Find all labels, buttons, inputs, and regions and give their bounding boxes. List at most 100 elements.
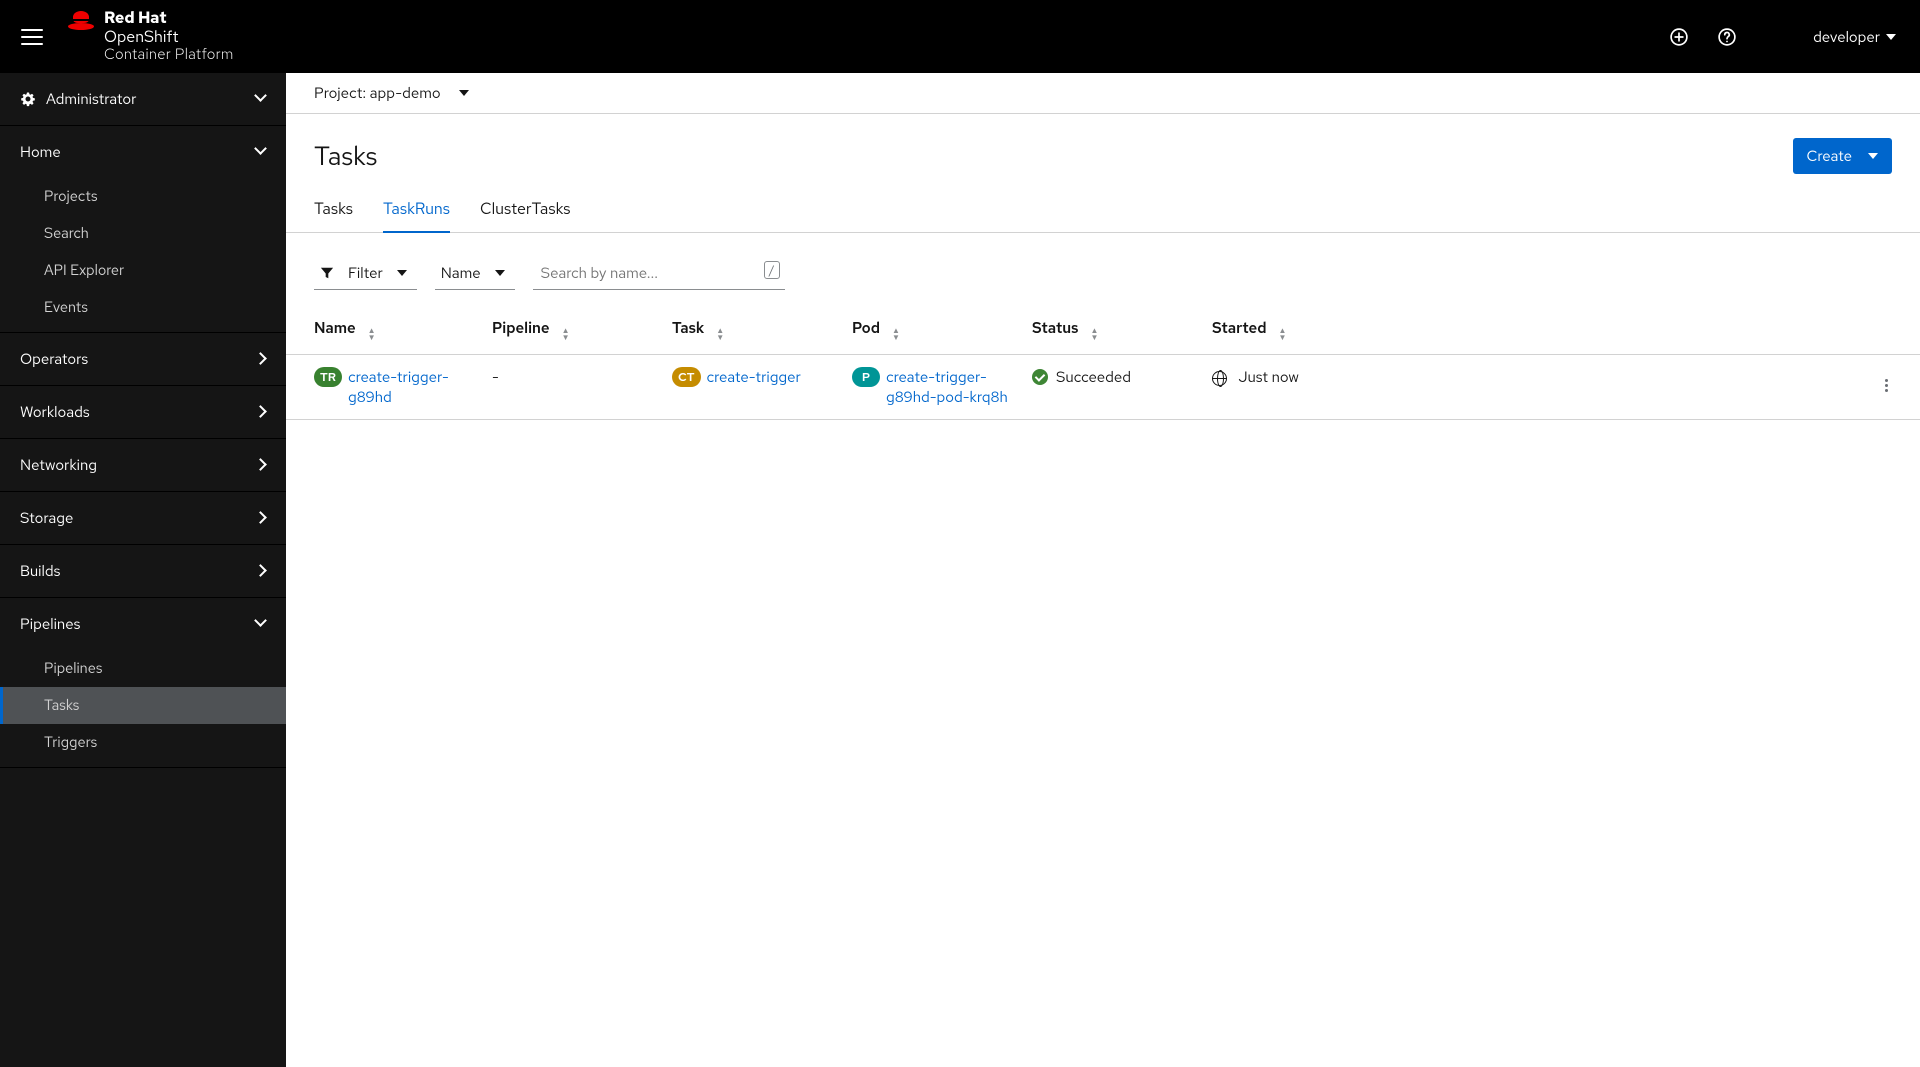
- hamburger-button[interactable]: [0, 0, 64, 73]
- nav-item-projects[interactable]: Projects: [0, 178, 286, 215]
- nav-section-operators: Operators: [0, 333, 286, 386]
- nav-head-storage[interactable]: Storage: [0, 492, 286, 544]
- chevron-down-icon: [397, 270, 407, 276]
- logo-text: Red Hat OpenShift Container Platform: [104, 9, 234, 63]
- pod-badge-icon: P: [852, 367, 880, 387]
- nav-head-pipelines[interactable]: Pipelines: [0, 598, 286, 650]
- chevron-down-icon: [256, 147, 266, 157]
- nav-section-storage: Storage: [0, 492, 286, 545]
- nav-label: Operators: [20, 349, 256, 369]
- scope-label: Name: [441, 263, 481, 283]
- project-selector[interactable]: Project: app-demo: [286, 73, 1920, 114]
- nav-item-search[interactable]: Search: [0, 215, 286, 252]
- kebab-menu[interactable]: [1881, 375, 1892, 396]
- nav-head-home[interactable]: Home: [0, 126, 286, 178]
- nav-head-operators[interactable]: Operators: [0, 333, 286, 385]
- nav-item-tasks[interactable]: Tasks: [0, 687, 286, 724]
- col-pod[interactable]: Pod: [852, 318, 1032, 342]
- filter-button[interactable]: Filter: [314, 257, 417, 290]
- perspective-label: Administrator: [46, 89, 256, 109]
- page-header: Tasks Create: [286, 114, 1920, 188]
- pod-link[interactable]: create-trigger-g89hd-pod-krq8h: [886, 367, 1016, 407]
- tab-clustertasks[interactable]: ClusterTasks: [480, 188, 571, 232]
- table-body: TR create-trigger-g89hd - CT create-trig…: [286, 355, 1920, 420]
- clustertask-badge-icon: CT: [672, 367, 701, 387]
- table-row: TR create-trigger-g89hd - CT create-trig…: [286, 355, 1920, 420]
- user-name: developer: [1813, 27, 1880, 47]
- taskrun-badge-icon: TR: [314, 367, 342, 387]
- logo-line3: Container Platform: [104, 46, 234, 63]
- sort-icon: [716, 328, 724, 342]
- tabs: Tasks TaskRuns ClusterTasks: [286, 188, 1920, 233]
- gear-icon: [20, 91, 36, 107]
- chevron-right-icon: [256, 354, 266, 364]
- funnel-icon: [320, 266, 334, 280]
- col-status[interactable]: Status: [1032, 318, 1212, 342]
- nav-section-workloads: Workloads: [0, 386, 286, 439]
- add-icon[interactable]: [1669, 27, 1689, 47]
- globe-icon: [1212, 371, 1227, 386]
- page-title: Tasks: [314, 139, 377, 173]
- nav-item-api-explorer[interactable]: API Explorer: [0, 252, 286, 289]
- search-wrap: /: [533, 257, 785, 290]
- slash-hint: /: [764, 261, 780, 279]
- taskruns-table: Name Pipeline Task Pod Status Started TR…: [286, 306, 1920, 420]
- chevron-right-icon: [256, 566, 266, 576]
- top-header: Red Hat OpenShift Container Platform dev…: [0, 0, 1920, 73]
- nav-section-builds: Builds: [0, 545, 286, 598]
- nav-item-triggers[interactable]: Triggers: [0, 724, 286, 761]
- product-logo[interactable]: Red Hat OpenShift Container Platform: [68, 9, 234, 63]
- nav-head-builds[interactable]: Builds: [0, 545, 286, 597]
- success-check-icon: [1032, 369, 1048, 385]
- chevron-down-icon: [256, 619, 266, 629]
- nav-item-pipelines[interactable]: Pipelines: [0, 650, 286, 687]
- tab-taskruns[interactable]: TaskRuns: [383, 188, 450, 233]
- filter-label: Filter: [348, 263, 383, 283]
- project-label: Project: app-demo: [314, 83, 441, 103]
- nav-label: Networking: [20, 455, 256, 475]
- perspective-switcher[interactable]: Administrator: [0, 73, 286, 126]
- sort-icon: [1278, 328, 1286, 342]
- hamburger-icon: [21, 29, 43, 45]
- search-input[interactable]: [533, 257, 785, 289]
- status-text: Succeeded: [1056, 367, 1131, 387]
- chevron-down-icon: [459, 90, 469, 96]
- chevron-down-icon: [495, 270, 505, 276]
- redhat-fedora-icon: [68, 11, 94, 30]
- sidebar: Administrator Home Projects Search API E…: [0, 73, 286, 1067]
- list-toolbar: Filter Name /: [286, 233, 1920, 306]
- nav-section-pipelines: Pipelines Pipelines Tasks Triggers: [0, 598, 286, 768]
- chevron-right-icon: [256, 460, 266, 470]
- taskrun-link[interactable]: create-trigger-g89hd: [348, 367, 478, 407]
- nav-section-networking: Networking: [0, 439, 286, 492]
- sort-icon: [368, 328, 376, 342]
- pipeline-cell: -: [492, 367, 672, 387]
- create-button[interactable]: Create: [1793, 138, 1892, 174]
- sort-icon: [1090, 328, 1098, 342]
- task-link[interactable]: create-trigger: [707, 367, 801, 387]
- nav-head-workloads[interactable]: Workloads: [0, 386, 286, 438]
- nav-label: Home: [20, 142, 256, 162]
- chevron-down-icon: [256, 94, 266, 104]
- chevron-right-icon: [256, 513, 266, 523]
- started-text: Just now: [1239, 367, 1299, 387]
- tab-tasks[interactable]: Tasks: [314, 188, 353, 232]
- nav-label: Pipelines: [20, 614, 256, 634]
- status-cell: Succeeded: [1032, 367, 1212, 387]
- nav-section-home: Home Projects Search API Explorer Events: [0, 126, 286, 333]
- nav-label: Builds: [20, 561, 256, 581]
- help-icon[interactable]: [1717, 27, 1737, 47]
- nav-item-events[interactable]: Events: [0, 289, 286, 326]
- user-menu[interactable]: developer: [1813, 27, 1896, 47]
- search-scope-button[interactable]: Name: [435, 257, 515, 290]
- nav-head-networking[interactable]: Networking: [0, 439, 286, 491]
- col-pipeline[interactable]: Pipeline: [492, 318, 672, 342]
- main-content: Project: app-demo Tasks Create Tasks Tas…: [286, 73, 1920, 1067]
- col-started[interactable]: Started: [1212, 318, 1860, 342]
- chevron-right-icon: [256, 407, 266, 417]
- sort-icon: [892, 328, 900, 342]
- col-task[interactable]: Task: [672, 318, 852, 342]
- col-name[interactable]: Name: [314, 318, 492, 342]
- nav-label: Workloads: [20, 402, 256, 422]
- sort-icon: [562, 328, 570, 342]
